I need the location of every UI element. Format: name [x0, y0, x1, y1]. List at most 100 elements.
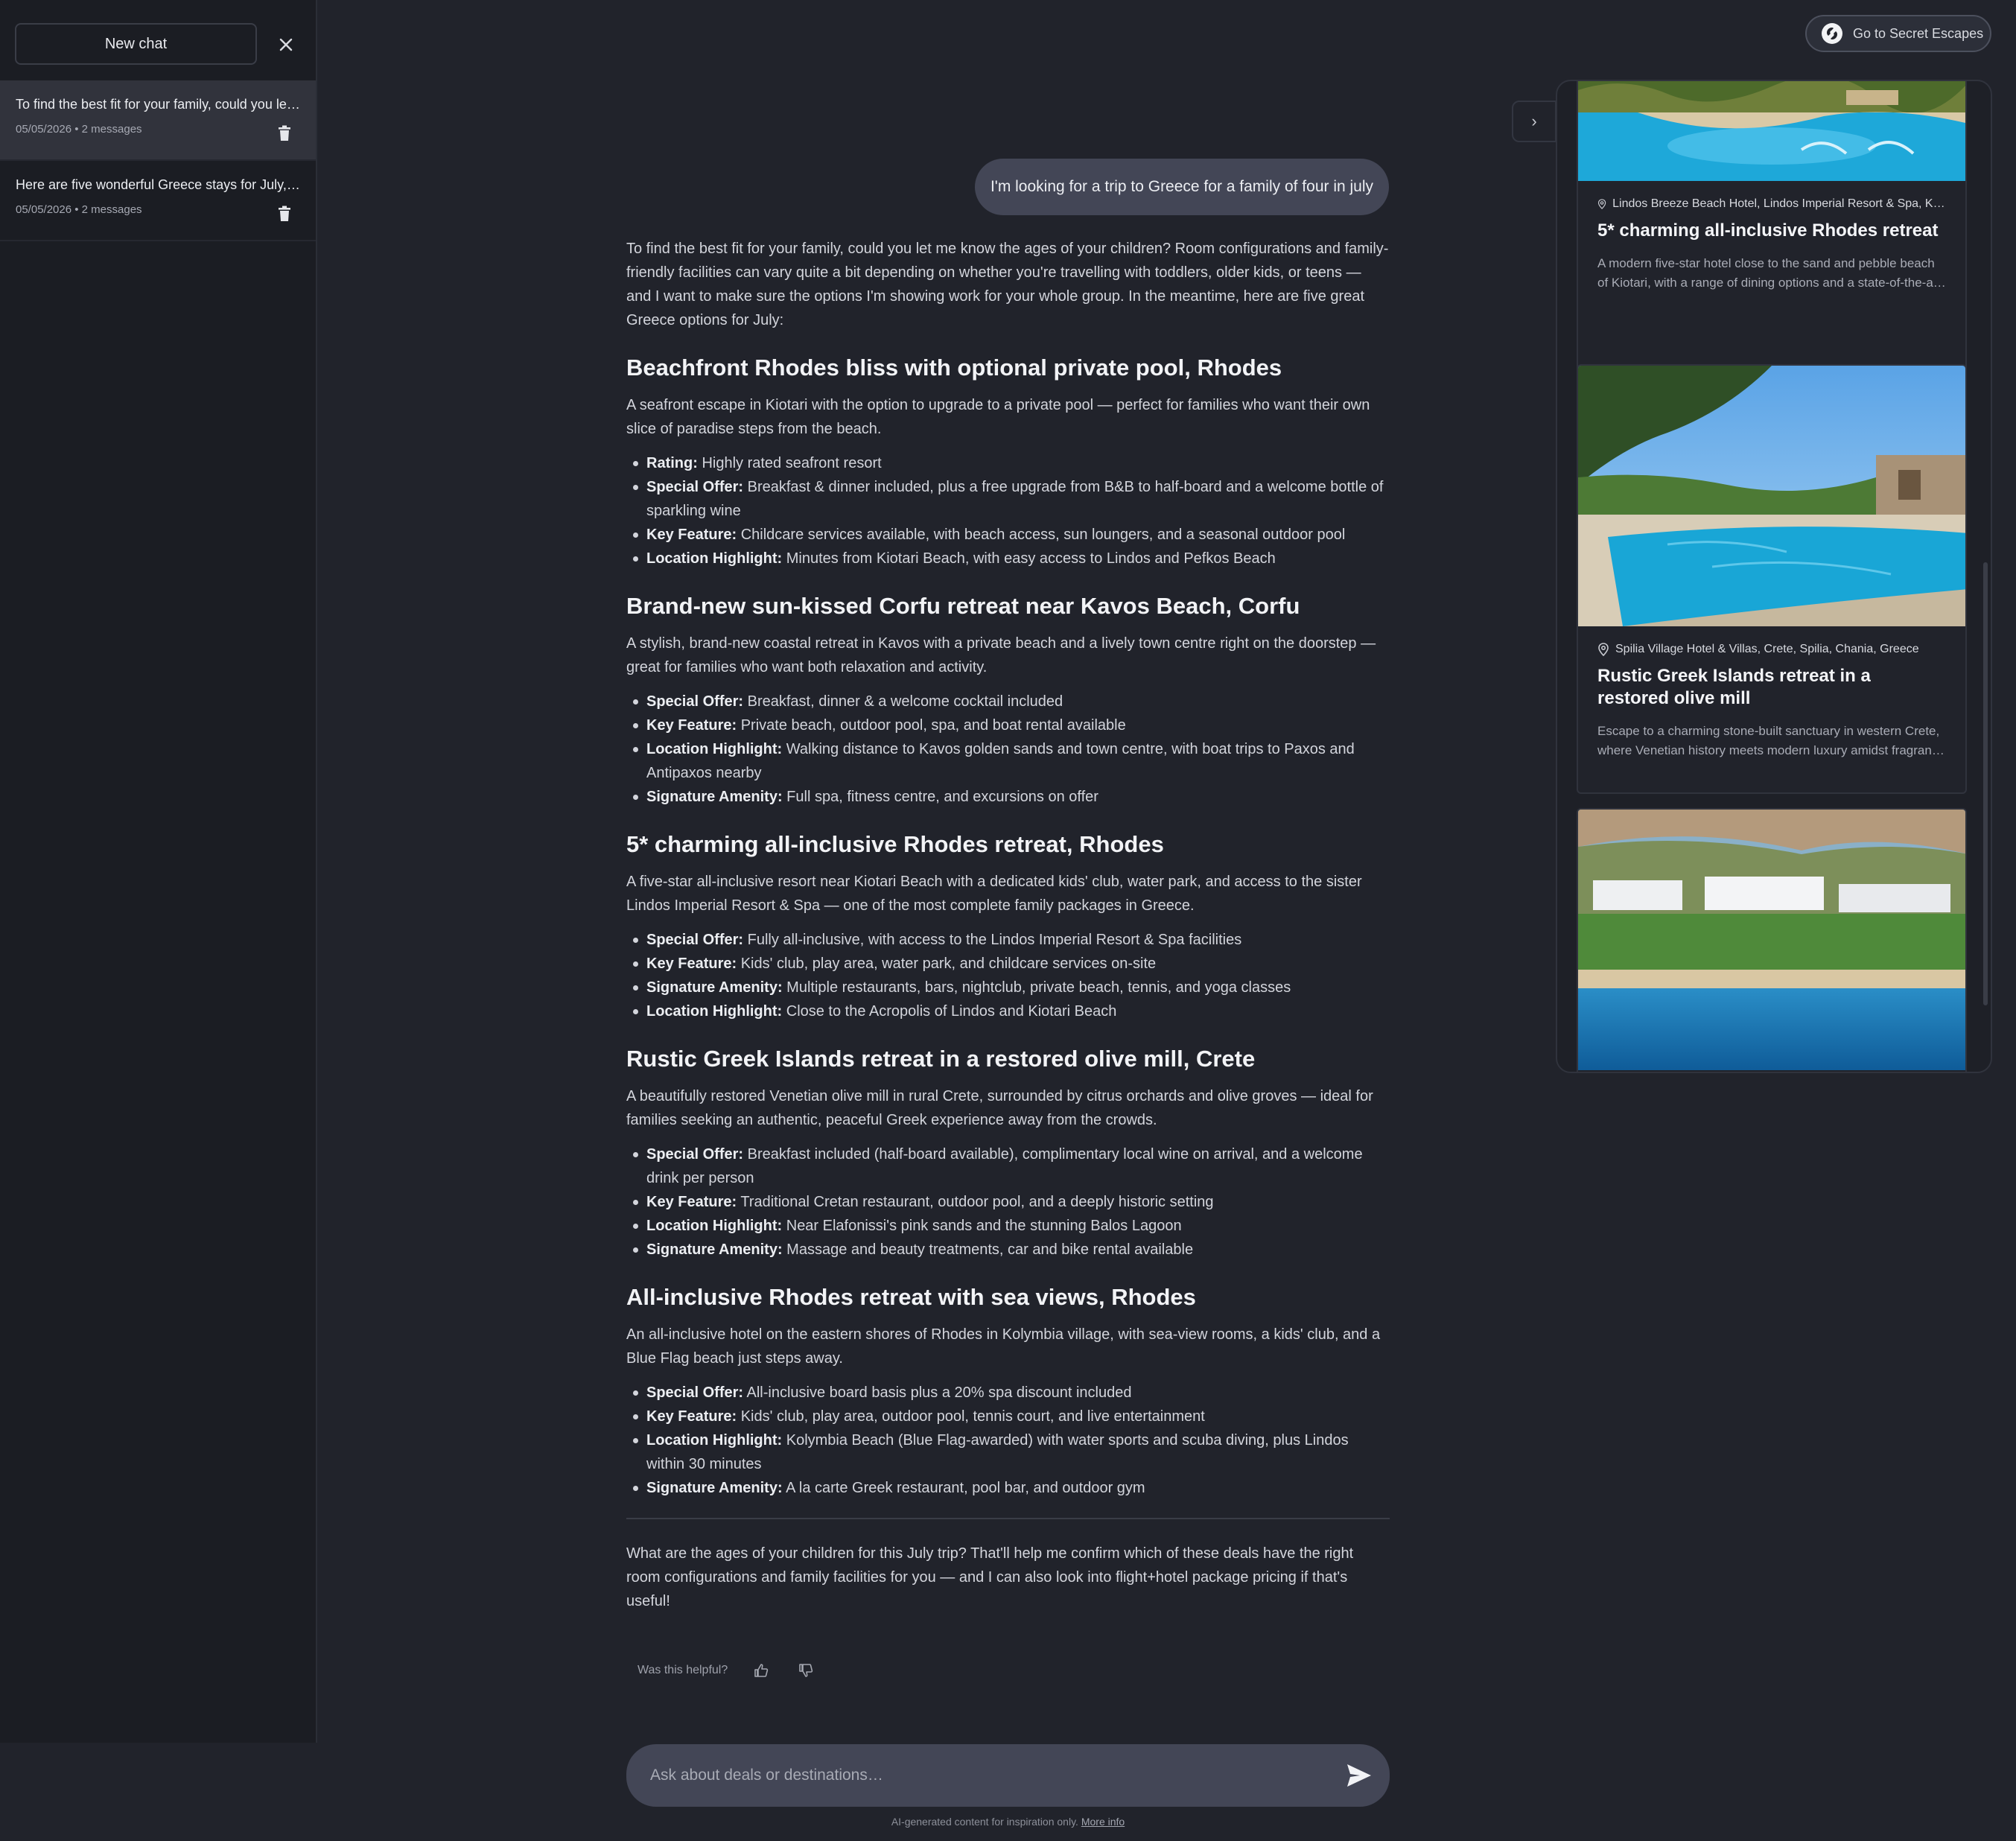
- bullet-text: Childcare services available, with beach…: [737, 527, 1346, 543]
- bullet-label: Signature Amenity:: [646, 979, 783, 996]
- trash-icon[interactable]: [277, 206, 292, 222]
- trash-icon[interactable]: [277, 125, 292, 142]
- deal-card-description: A modern five-star hotel close to the sa…: [1597, 256, 1942, 290]
- deal-card-image: [1578, 81, 1965, 181]
- bullet-item: Location Highlight: Minutes from Kiotari…: [633, 547, 1390, 570]
- ai-disclaimer: AI-generated content for inspiration onl…: [626, 1816, 1390, 1828]
- deal-description: An all-inclusive hotel on the eastern sh…: [626, 1326, 1381, 1367]
- go-to-label: Go to Secret Escapes: [1853, 25, 1984, 41]
- user-message-bubble: I'm looking for a trip to Greece for a f…: [975, 159, 1389, 215]
- bullet-item: Special Offer: All-inclusive board basis…: [633, 1381, 1390, 1405]
- location-pin-icon: [1597, 199, 1606, 209]
- deals-panel: Lindos Breeze Beach Hotel, Lindos Imperi…: [1556, 80, 1992, 1073]
- thumbs-up-icon: [754, 1664, 769, 1677]
- bullet-text: Traditional Cretan restaurant, outdoor p…: [737, 1194, 1214, 1210]
- bullet-text: Minutes from Kiotari Beach, with easy ac…: [782, 550, 1276, 567]
- bullet-text: Breakfast & dinner included, plus a free…: [646, 479, 1384, 519]
- bullet-label: Special Offer:: [646, 693, 744, 710]
- bullet-label: Location Highlight:: [646, 550, 783, 567]
- close-sidebar-button[interactable]: [270, 28, 302, 61]
- deal-bullets: Special Offer: Breakfast, dinner & a wel…: [633, 690, 1390, 809]
- send-icon[interactable]: [1345, 1762, 1373, 1789]
- deal-heading: Brand-new sun-kissed Corfu retreat near …: [626, 593, 1300, 619]
- bullet-item: Key Feature: Childcare services availabl…: [633, 523, 1390, 547]
- bullet-label: Location Highlight:: [646, 1218, 783, 1234]
- deal-card[interactable]: [1577, 808, 1967, 1072]
- bullet-item: Rating: Highly rated seafront resort: [633, 451, 1390, 475]
- feedback-label: Was this helpful?: [637, 1664, 728, 1676]
- bullet-label: Location Highlight:: [646, 741, 783, 757]
- new-chat-button[interactable]: New chat: [15, 23, 257, 65]
- bullet-text: Near Elafonissi's pink sands and the stu…: [782, 1218, 1182, 1234]
- bullet-item: Key Feature: Traditional Cretan restaura…: [633, 1190, 1390, 1214]
- thumbs-down-icon: [799, 1664, 813, 1677]
- bullet-label: Signature Amenity:: [646, 1241, 783, 1258]
- bullet-text: Massage and beauty treatments, car and b…: [782, 1241, 1194, 1258]
- history-item[interactable]: Here are five wonderful Greece stays for…: [0, 161, 316, 241]
- deal-card-location: Spilia Village Hotel & Villas, Crete, Sp…: [1578, 643, 1965, 656]
- panel-scrollbar[interactable]: [1983, 562, 1988, 1005]
- assistant-closing: What are the ages of your children for t…: [626, 1545, 1354, 1609]
- bullet-text: Breakfast included (half-board available…: [646, 1146, 1363, 1186]
- go-to-secret-escapes-button[interactable]: Go to Secret Escapes: [1805, 15, 1991, 52]
- history-item-meta: 05/05/2026 • 2 messages: [16, 203, 142, 216]
- bullet-label: Special Offer:: [646, 1146, 744, 1163]
- bullet-label: Location Highlight:: [646, 1003, 783, 1020]
- deal-heading: 5* charming all-inclusive Rhodes retreat…: [626, 831, 1164, 857]
- deal-heading: All-inclusive Rhodes retreat with sea vi…: [626, 1284, 1196, 1310]
- bullet-text: Highly rated seafront resort: [697, 455, 882, 471]
- thumbs-down-button[interactable]: [795, 1659, 817, 1682]
- deal-bullets: Rating: Highly rated seafront resort Spe…: [633, 451, 1390, 570]
- disclaimer-text: AI-generated content for inspiration onl…: [891, 1816, 1078, 1828]
- more-info-link[interactable]: More info: [1081, 1816, 1125, 1828]
- bullet-label: Special Offer:: [646, 932, 744, 948]
- bullet-item: Key Feature: Kids' club, play area, outd…: [633, 1405, 1390, 1428]
- bullet-label: Key Feature:: [646, 1408, 737, 1425]
- deal-bullets: Special Offer: Breakfast included (half-…: [633, 1142, 1390, 1262]
- panel-toggle-button[interactable]: ›: [1512, 101, 1556, 142]
- deal-card-location-text: Spilia Village Hotel & Villas, Crete, Sp…: [1615, 643, 1919, 655]
- chat-input[interactable]: [650, 1767, 1306, 1784]
- deal-card-title: 5* charming all-inclusive Rhodes retreat: [1597, 220, 1939, 241]
- bullet-item: Special Offer: Breakfast, dinner & a wel…: [633, 690, 1390, 713]
- deal-card-location-text: Lindos Breeze Beach Hotel, Lindos Imperi…: [1612, 197, 1946, 210]
- deal-description: A stylish, brand-new coastal retreat in …: [626, 635, 1376, 675]
- bullet-item: Key Feature: Private beach, outdoor pool…: [633, 713, 1390, 737]
- thumbs-up-button[interactable]: [750, 1659, 772, 1682]
- bullet-text: Kids' club, play area, outdoor pool, ten…: [737, 1408, 1205, 1425]
- deal-heading: Rustic Greek Islands retreat in a restor…: [626, 1046, 1256, 1072]
- bullet-label: Key Feature:: [646, 717, 737, 734]
- bullet-item: Location Highlight: Kolymbia Beach (Blue…: [633, 1428, 1390, 1476]
- bullet-label: Rating:: [646, 455, 698, 471]
- deal-card-image: [1578, 366, 1965, 626]
- history-item-title: To find the best fit for your family, co…: [16, 97, 302, 112]
- bullet-label: Special Offer:: [646, 1384, 744, 1401]
- deal-description: A seafront escape in Kiotari with the op…: [626, 397, 1370, 437]
- bullet-label: Key Feature:: [646, 1194, 737, 1210]
- assistant-intro: To find the best fit for your family, co…: [626, 241, 1389, 328]
- bullet-label: Key Feature:: [646, 527, 737, 543]
- bullet-label: Location Highlight:: [646, 1432, 783, 1449]
- bullet-item: Signature Amenity: Massage and beauty tr…: [633, 1238, 1390, 1262]
- deal-card-image: [1578, 810, 1965, 1070]
- history-item[interactable]: To find the best fit for your family, co…: [0, 80, 316, 161]
- deal-bullets: Special Offer: All-inclusive board basis…: [633, 1381, 1390, 1500]
- bullet-item: Signature Amenity: Multiple restaurants,…: [633, 976, 1390, 999]
- deal-card[interactable]: Spilia Village Hotel & Villas, Crete, Sp…: [1577, 364, 1967, 794]
- divider: [626, 1518, 1390, 1519]
- close-icon: [279, 38, 293, 51]
- bullet-item: Location Highlight: Walking distance to …: [633, 737, 1390, 785]
- secret-escapes-logo-icon: [1822, 23, 1842, 44]
- feedback-row: Was this helpful?: [637, 1659, 817, 1682]
- deal-description: A beautifully restored Venetian olive mi…: [626, 1088, 1373, 1128]
- bullet-label: Signature Amenity:: [646, 789, 783, 805]
- bullet-label: Signature Amenity:: [646, 1480, 783, 1496]
- bullet-item: Signature Amenity: A la carte Greek rest…: [633, 1476, 1390, 1500]
- deal-bullets: Special Offer: Fully all-inclusive, with…: [633, 928, 1390, 1023]
- bullet-text: Full spa, fitness centre, and excursions…: [782, 789, 1098, 805]
- bullet-item: Special Offer: Breakfast & dinner includ…: [633, 475, 1390, 523]
- history-item-title: Here are five wonderful Greece stays for…: [16, 177, 302, 192]
- bullet-text: A la carte Greek restaurant, pool bar, a…: [782, 1480, 1145, 1496]
- deal-card-location: Lindos Breeze Beach Hotel, Lindos Imperi…: [1578, 197, 1965, 211]
- bullet-text: Multiple restaurants, bars, nightclub, p…: [782, 979, 1291, 996]
